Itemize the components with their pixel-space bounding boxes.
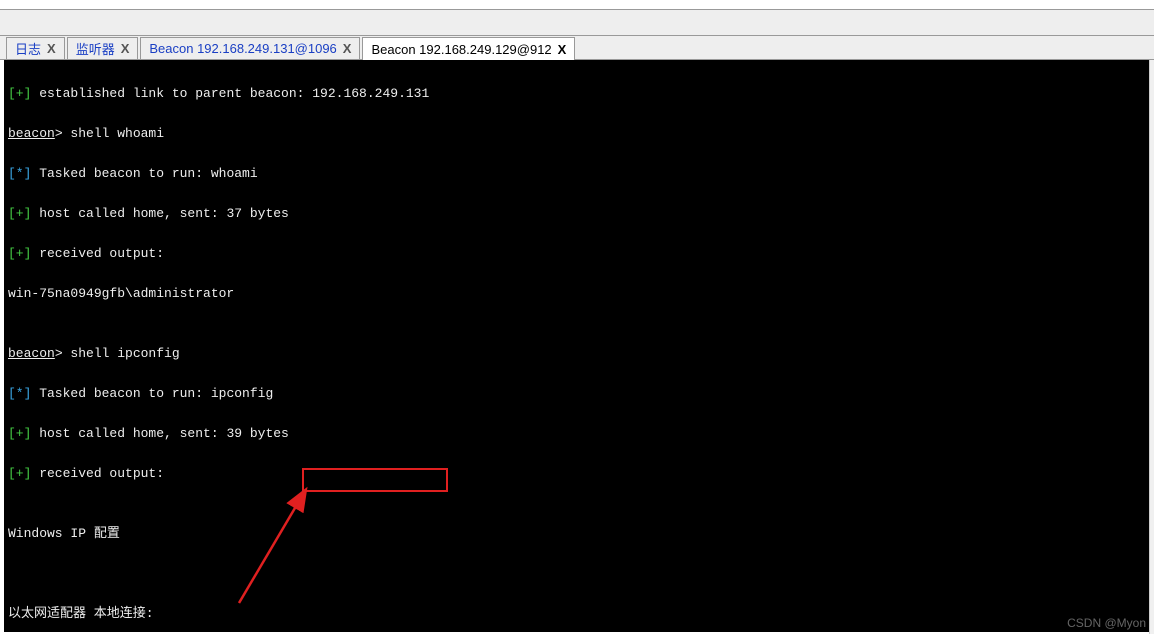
prompt-line: beacon> shell whoami xyxy=(8,124,1149,144)
tab-strip: 日志 X 监听器 X Beacon 192.168.249.131@1096 X… xyxy=(0,36,1154,60)
output-line: Windows IP 配置 xyxy=(8,524,1149,544)
output-line: [+] host called home, sent: 37 bytes xyxy=(8,204,1149,224)
prompt-line: beacon> shell ipconfig xyxy=(8,344,1149,364)
close-icon[interactable]: X xyxy=(558,42,567,57)
output-line: [*] Tasked beacon to run: ipconfig xyxy=(8,384,1149,404)
tab-label: Beacon 192.168.249.131@1096 xyxy=(149,41,336,56)
status-plus-icon: [+] xyxy=(8,466,31,481)
output-line: [+] established link to parent beacon: 1… xyxy=(8,84,1149,104)
tab-label: 监听器 xyxy=(76,39,115,58)
vertical-scrollbar[interactable] xyxy=(1149,60,1154,634)
output-line: [+] received output: xyxy=(8,464,1149,484)
status-plus-icon: [+] xyxy=(8,426,31,441)
output-line: [*] Tasked beacon to run: whoami xyxy=(8,164,1149,184)
close-icon[interactable]: X xyxy=(47,41,56,56)
window-top-border xyxy=(0,0,1154,10)
output-line: win-75na0949gfb\administrator xyxy=(8,284,1149,304)
close-icon[interactable]: X xyxy=(343,41,352,56)
tab-logs[interactable]: 日志 X xyxy=(6,37,65,59)
status-star-icon: [*] xyxy=(8,166,31,181)
status-plus-icon: [+] xyxy=(8,86,31,101)
output-line: 以太网适配器 本地连接: xyxy=(8,604,1149,624)
status-plus-icon: [+] xyxy=(8,246,31,261)
tab-label: 日志 xyxy=(15,39,41,58)
status-star-icon: [*] xyxy=(8,386,31,401)
tab-label: Beacon 192.168.249.129@912 xyxy=(371,42,551,57)
output-line: [+] received output: xyxy=(8,244,1149,264)
tab-beacon-131[interactable]: Beacon 192.168.249.131@1096 X xyxy=(140,37,360,59)
status-plus-icon: [+] xyxy=(8,206,31,221)
tab-beacon-129[interactable]: Beacon 192.168.249.129@912 X xyxy=(362,37,575,60)
output-line: [+] host called home, sent: 39 bytes xyxy=(8,424,1149,444)
beacon-prompt: beacon xyxy=(8,346,55,361)
tab-listeners[interactable]: 监听器 X xyxy=(67,37,139,59)
toolbar-area xyxy=(0,10,1154,36)
beacon-prompt: beacon xyxy=(8,126,55,141)
close-icon[interactable]: X xyxy=(121,41,130,56)
beacon-terminal[interactable]: [+] established link to parent beacon: 1… xyxy=(4,60,1153,632)
